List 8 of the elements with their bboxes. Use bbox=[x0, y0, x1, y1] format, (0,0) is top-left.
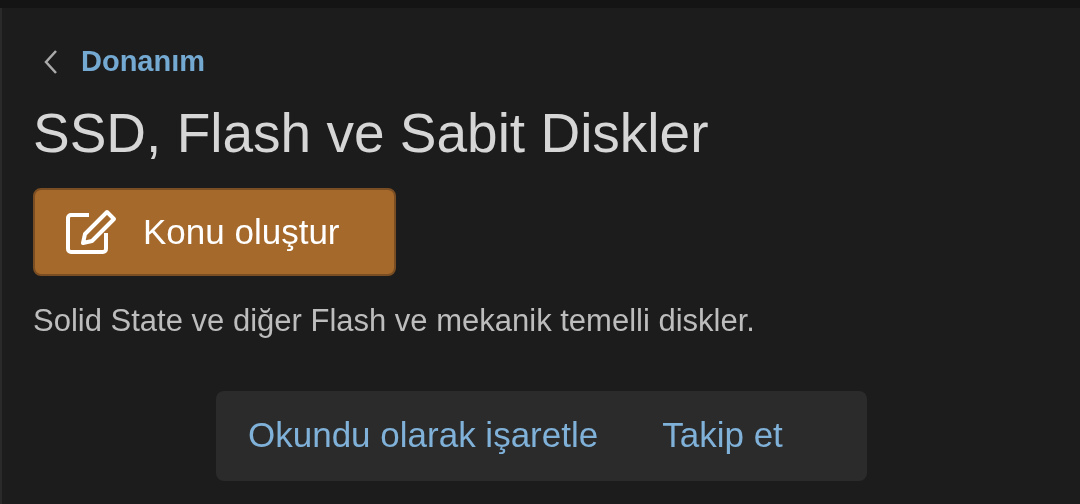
forum-description: Solid State ve diğer Flash ve mekanik temelli diskler. bbox=[33, 302, 756, 340]
back-chevron-icon[interactable] bbox=[43, 48, 59, 76]
action-link[interactable]: Okundu olarak işaretle bbox=[248, 409, 599, 462]
create-topic-button[interactable]: Konu oluştur bbox=[33, 188, 396, 276]
edit-icon bbox=[65, 209, 117, 255]
action-link[interactable]: Takip et bbox=[662, 409, 783, 462]
breadcrumb-link[interactable]: Donanım bbox=[81, 40, 206, 84]
page-title: SSD, Flash ve Sabit Diskler bbox=[33, 101, 710, 166]
